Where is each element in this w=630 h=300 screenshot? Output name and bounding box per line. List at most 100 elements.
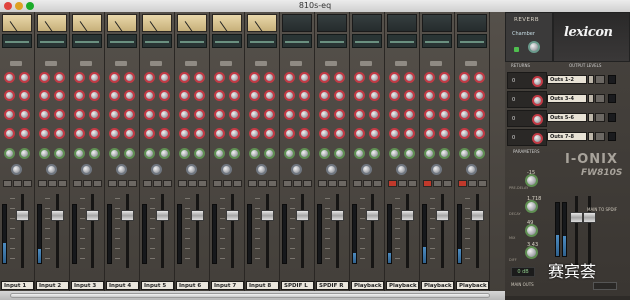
- send-knob[interactable]: [264, 90, 275, 101]
- channel-label[interactable]: Input 7: [211, 281, 244, 290]
- record-button[interactable]: [233, 180, 242, 187]
- channel-fader[interactable]: [51, 210, 64, 221]
- record-button[interactable]: [23, 180, 32, 187]
- send-knob[interactable]: [39, 109, 50, 120]
- fx-knob[interactable]: [214, 148, 225, 159]
- send-knob[interactable]: [159, 72, 170, 83]
- fx-knob[interactable]: [404, 148, 415, 159]
- send-knob[interactable]: [179, 72, 190, 83]
- fx-knob[interactable]: [229, 148, 240, 159]
- channel-label[interactable]: Input 8: [246, 281, 279, 290]
- fx-knob[interactable]: [54, 148, 65, 159]
- send-knob[interactable]: [389, 72, 400, 83]
- mix-knob[interactable]: [525, 224, 538, 237]
- channel-label[interactable]: Playback 1: [351, 281, 384, 290]
- send-knob[interactable]: [299, 90, 310, 101]
- send-knob[interactable]: [264, 128, 275, 139]
- scroll-thumb[interactable]: [10, 293, 490, 298]
- send-knob[interactable]: [109, 72, 120, 83]
- send-knob[interactable]: [389, 128, 400, 139]
- record-button[interactable]: [198, 180, 207, 187]
- fx-knob[interactable]: [334, 148, 345, 159]
- main-fader-right[interactable]: [583, 212, 596, 223]
- solo-button[interactable]: [48, 180, 57, 187]
- fx-knob[interactable]: [19, 148, 30, 159]
- send-knob[interactable]: [54, 128, 65, 139]
- output-arrow-icon[interactable]: [588, 132, 594, 141]
- send-knob[interactable]: [319, 109, 330, 120]
- send-knob[interactable]: [354, 109, 365, 120]
- send-knob[interactable]: [109, 109, 120, 120]
- mute-button[interactable]: [3, 180, 12, 187]
- send-knob[interactable]: [54, 72, 65, 83]
- send-knob[interactable]: [334, 90, 345, 101]
- main-to-spdif-toggle[interactable]: [593, 282, 617, 290]
- send-knob[interactable]: [369, 128, 380, 139]
- record-button[interactable]: [373, 180, 382, 187]
- mute-button[interactable]: [283, 180, 292, 187]
- send-knob[interactable]: [474, 109, 485, 120]
- solo-button[interactable]: [153, 180, 162, 187]
- send-knob[interactable]: [159, 109, 170, 120]
- pan-knob[interactable]: [151, 164, 162, 175]
- send-knob[interactable]: [4, 90, 15, 101]
- channel-label[interactable]: Playback 4: [456, 281, 489, 290]
- output-mute-button[interactable]: [595, 132, 605, 141]
- solo-button[interactable]: [223, 180, 232, 187]
- solo-button[interactable]: [468, 180, 477, 187]
- send-knob[interactable]: [74, 109, 85, 120]
- pan-knob[interactable]: [396, 164, 407, 175]
- return-knob[interactable]: [532, 114, 543, 125]
- solo-button[interactable]: [328, 180, 337, 187]
- send-knob[interactable]: [439, 109, 450, 120]
- eq-display[interactable]: [142, 34, 172, 48]
- send-knob[interactable]: [159, 90, 170, 101]
- send-knob[interactable]: [439, 128, 450, 139]
- send-knob[interactable]: [404, 109, 415, 120]
- send-knob[interactable]: [89, 128, 100, 139]
- send-knob[interactable]: [334, 128, 345, 139]
- send-knob[interactable]: [369, 109, 380, 120]
- pan-knob[interactable]: [186, 164, 197, 175]
- send-knob[interactable]: [299, 128, 310, 139]
- send-knob[interactable]: [89, 109, 100, 120]
- send-knob[interactable]: [194, 72, 205, 83]
- send-knob[interactable]: [249, 72, 260, 83]
- send-knob[interactable]: [354, 72, 365, 83]
- record-button[interactable]: [268, 180, 277, 187]
- fx-knob[interactable]: [4, 148, 15, 159]
- channel-fader[interactable]: [296, 210, 309, 221]
- channel-label[interactable]: SPDIF R: [316, 281, 349, 290]
- send-knob[interactable]: [194, 128, 205, 139]
- eq-display[interactable]: [212, 34, 242, 48]
- record-button[interactable]: [443, 180, 452, 187]
- channel-label[interactable]: Playback 3: [421, 281, 454, 290]
- send-knob[interactable]: [439, 72, 450, 83]
- channel-label[interactable]: Input 1: [1, 281, 34, 290]
- pan-knob[interactable]: [221, 164, 232, 175]
- channel-fader[interactable]: [331, 210, 344, 221]
- output-arrow-icon[interactable]: [588, 94, 594, 103]
- channel-label[interactable]: Input 3: [71, 281, 104, 290]
- return-knob[interactable]: [532, 133, 543, 144]
- horizontal-scrollbar[interactable]: [0, 291, 505, 300]
- fx-knob[interactable]: [124, 148, 135, 159]
- eq-display[interactable]: [37, 34, 67, 48]
- send-knob[interactable]: [474, 128, 485, 139]
- send-knob[interactable]: [459, 90, 470, 101]
- send-knob[interactable]: [4, 128, 15, 139]
- send-knob[interactable]: [474, 90, 485, 101]
- send-knob[interactable]: [194, 90, 205, 101]
- send-knob[interactable]: [369, 72, 380, 83]
- send-knob[interactable]: [19, 72, 30, 83]
- pan-knob[interactable]: [46, 164, 57, 175]
- send-knob[interactable]: [179, 90, 190, 101]
- eq-display[interactable]: [177, 34, 207, 48]
- fx-knob[interactable]: [194, 148, 205, 159]
- channel-fader[interactable]: [261, 210, 274, 221]
- fx-knob[interactable]: [159, 148, 170, 159]
- record-button[interactable]: [478, 180, 487, 187]
- mute-button[interactable]: [388, 180, 397, 187]
- send-knob[interactable]: [249, 128, 260, 139]
- mute-button[interactable]: [213, 180, 222, 187]
